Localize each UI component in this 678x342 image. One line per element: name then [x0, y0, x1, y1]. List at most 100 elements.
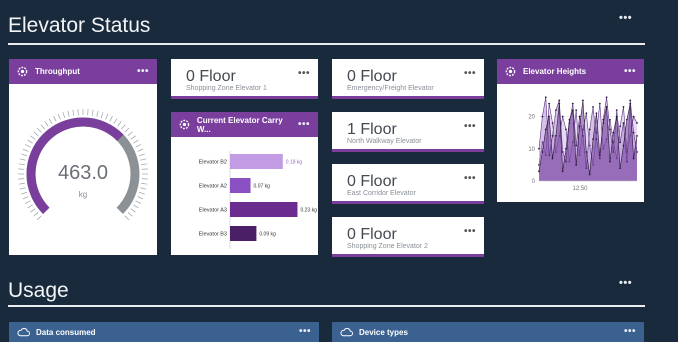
throughput-card: Throughput ••• 463.0 kg	[9, 59, 157, 255]
cloud-icon	[340, 328, 353, 337]
floor-value: 0 Floor	[347, 68, 397, 86]
series-point	[552, 158, 554, 160]
throughput-gauge: 463.0 kg	[9, 84, 157, 255]
throughput-title: Throughput	[35, 67, 80, 76]
floor-card-menu-button[interactable]: •••	[298, 69, 310, 79]
data-consumed-header: Data consumed •••	[9, 322, 319, 342]
gauge-tick	[110, 116, 113, 121]
series-point	[562, 151, 564, 153]
series-point	[545, 96, 547, 98]
gauge-tick	[125, 128, 129, 132]
bar-value-label: 0.07 kg	[254, 184, 271, 190]
gauge-tick	[23, 197, 29, 199]
gauge-tick	[136, 201, 141, 204]
gauge-tick	[101, 112, 103, 118]
series-point	[602, 122, 604, 124]
gauge-tick	[34, 132, 39, 136]
gauge-tick	[21, 192, 27, 194]
gauge-tick	[41, 125, 45, 130]
floor-label: North Walkway Elevator	[347, 138, 421, 145]
floor-label: Shopping Zone Elevator 1	[186, 85, 267, 92]
device-types-menu-button[interactable]: •••	[624, 327, 636, 337]
carry-weight-card-header: Current Elevator Carry W... •••	[171, 112, 318, 137]
floor-card-menu-button[interactable]: •••	[464, 69, 476, 79]
gauge-tick	[133, 140, 138, 143]
elevator-heights-chart: 2010012:50	[497, 84, 644, 202]
series-point	[606, 106, 608, 108]
gauge-tick	[53, 116, 56, 121]
gauge-tick	[121, 125, 125, 130]
series-point	[623, 145, 625, 147]
elevator-heights-title: Elevator Heights	[523, 67, 586, 76]
gauge-tick	[118, 121, 122, 126]
cloud-icon	[17, 328, 30, 337]
series-point	[585, 151, 587, 153]
series-point	[582, 100, 584, 102]
elevator-heights-card-header: Elevator Heights •••	[497, 59, 644, 84]
series-point	[619, 141, 621, 143]
series-point	[552, 135, 554, 137]
elevator-heights-menu-button[interactable]: •••	[624, 67, 636, 77]
gear-icon	[17, 66, 28, 77]
series-point	[548, 116, 550, 118]
bar-category-label: Elevator A3	[199, 208, 227, 214]
gauge-tick	[138, 149, 144, 151]
gauge-tick	[20, 159, 26, 160]
gauge-tick	[37, 216, 41, 220]
series-point	[633, 158, 635, 160]
throughput-menu-button[interactable]: •••	[137, 67, 149, 77]
series-point	[592, 138, 594, 140]
carry-weight-menu-button[interactable]: •••	[298, 120, 310, 130]
section-title-elevator-status: Elevator Status	[8, 14, 150, 38]
series-point	[541, 116, 543, 118]
gauge-tick	[136, 144, 141, 147]
series-point	[575, 164, 577, 166]
gauge-tick	[131, 136, 136, 140]
series-point	[599, 154, 601, 156]
usage-menu-button[interactable]: •••	[619, 278, 632, 288]
floor-card-menu-button[interactable]: •••	[464, 174, 476, 184]
gauge-tick	[21, 154, 27, 156]
series-point	[609, 129, 611, 131]
series-point	[558, 100, 560, 102]
series-point	[538, 170, 540, 172]
series-point	[616, 109, 618, 111]
gauge-tick	[97, 111, 98, 117]
series-point	[579, 125, 581, 127]
device-types-title: Device types	[359, 328, 408, 337]
gauge-tick	[37, 128, 41, 132]
bar-category-label: Elevator B2	[199, 160, 227, 166]
gauge-tick	[19, 183, 25, 184]
series-point	[545, 129, 547, 131]
data-consumed-card: Data consumed •••	[9, 322, 319, 341]
gauge-tick	[23, 149, 29, 151]
elevator-heights-card: Elevator Heights ••• 2010012:50	[497, 59, 644, 202]
data-consumed-menu-button[interactable]: •••	[299, 327, 311, 337]
gauge-tick	[34, 212, 39, 216]
series-point	[626, 119, 628, 121]
series-point	[619, 167, 621, 169]
y-tick-label: 10	[528, 147, 535, 153]
device-types-card: Device types •••	[332, 322, 644, 341]
floor-card-menu-button[interactable]: •••	[464, 227, 476, 237]
floor-card-emergency-freight: 0 Floor Emergency/Freight Elevator •••	[332, 59, 484, 99]
gauge-tick	[19, 164, 25, 165]
section-title-usage: Usage	[8, 279, 69, 303]
floor-card-menu-button[interactable]: •••	[464, 122, 476, 132]
series-point	[538, 148, 540, 150]
floor-card-shopping-zone-1: 0 Floor Shopping Zone Elevator 1 •••	[171, 59, 318, 99]
series-point	[575, 145, 577, 147]
bar	[230, 154, 283, 169]
floor-value: 0 Floor	[186, 68, 236, 86]
floor-card-east-corridor: 0 Floor East Corridor Elevator •••	[332, 164, 484, 204]
floor-card-north-walkway: 1 Floor North Walkway Elevator •••	[332, 112, 484, 152]
series-point	[572, 109, 574, 111]
gauge-tick	[141, 183, 147, 184]
bar	[230, 178, 251, 193]
series-point	[589, 174, 591, 176]
section-menu-button[interactable]: •••	[619, 13, 632, 23]
gear-icon	[505, 66, 516, 77]
gauge-tick	[106, 114, 108, 120]
y-tick-label: 0	[532, 179, 536, 185]
floor-label: East Corridor Elevator	[347, 190, 416, 197]
